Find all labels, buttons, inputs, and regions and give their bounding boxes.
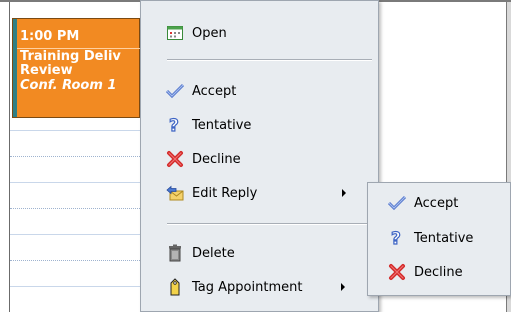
trash-icon: [166, 244, 184, 262]
submenu-item-label: Tentative: [414, 230, 474, 246]
menu-item-open[interactable]: Open: [141, 21, 227, 45]
menu-item-label: Delete: [192, 245, 235, 261]
check-icon: [388, 194, 406, 212]
menu-item-label: Decline: [192, 151, 241, 167]
menu-separator: [167, 59, 372, 61]
time-slot-line: [10, 130, 140, 131]
menu-item-delete[interactable]: Delete: [141, 241, 235, 265]
menu-item-label: Tentative: [192, 117, 252, 133]
menu-item-tentative[interactable]: ? Tentative: [141, 113, 251, 137]
appointment-time: 1:00 PM: [20, 29, 80, 44]
submenu-item-label: Decline: [414, 264, 463, 280]
tag-icon: [166, 278, 184, 296]
question-icon: ?: [166, 116, 184, 134]
appointment-subject: Training Deliv Review: [20, 49, 121, 78]
menu-item-edit-reply[interactable]: Edit Reply: [141, 181, 257, 205]
menu-item-label: Edit Reply: [192, 185, 258, 201]
time-slot-line: [10, 234, 140, 235]
time-slot-line: [10, 182, 140, 183]
submenu-arrow-icon: [342, 189, 346, 197]
appointment-status-bar: [13, 19, 17, 117]
menu-item-accept[interactable]: Accept: [141, 79, 236, 103]
svg-text:?: ?: [391, 229, 401, 247]
question-icon: ?: [388, 229, 406, 247]
submenu-item-tentative[interactable]: ? Tentative: [368, 226, 473, 250]
x-icon: [388, 263, 406, 281]
menu-item-tag-appointment[interactable]: Tag Appointment: [141, 275, 302, 299]
x-icon: [166, 150, 184, 168]
submenu-item-label: Accept: [414, 195, 459, 211]
menu-separator: [167, 223, 372, 225]
menu-item-label: Accept: [192, 83, 237, 99]
submenu-item-decline[interactable]: Decline: [368, 260, 463, 284]
time-slot-line: [10, 156, 140, 157]
submenu-item-accept[interactable]: Accept: [368, 191, 458, 215]
menu-item-label: Tag Appointment: [192, 279, 303, 295]
svg-text:?: ?: [169, 116, 179, 134]
edit-reply-submenu: Accept ? Tentative Decline: [367, 182, 511, 296]
appointment-location: Conf. Room 1: [20, 78, 117, 93]
menu-item-decline[interactable]: Decline: [141, 147, 241, 171]
calendar-time-gutter-border: [9, 2, 10, 312]
edit-reply-icon: [166, 184, 184, 202]
calendar-icon: [166, 24, 184, 42]
time-slot-line: [10, 208, 140, 209]
check-icon: [166, 82, 184, 100]
submenu-arrow-icon: [341, 283, 345, 291]
context-menu: Open Accept ? Tentative Decline Edit Rep…: [140, 0, 379, 312]
menu-item-label: Open: [192, 25, 227, 41]
appointment-block[interactable]: 1:00 PM Training Deliv Review Conf. Room…: [12, 18, 141, 118]
time-slot-line: [10, 286, 140, 287]
time-slot-line: [10, 260, 140, 261]
